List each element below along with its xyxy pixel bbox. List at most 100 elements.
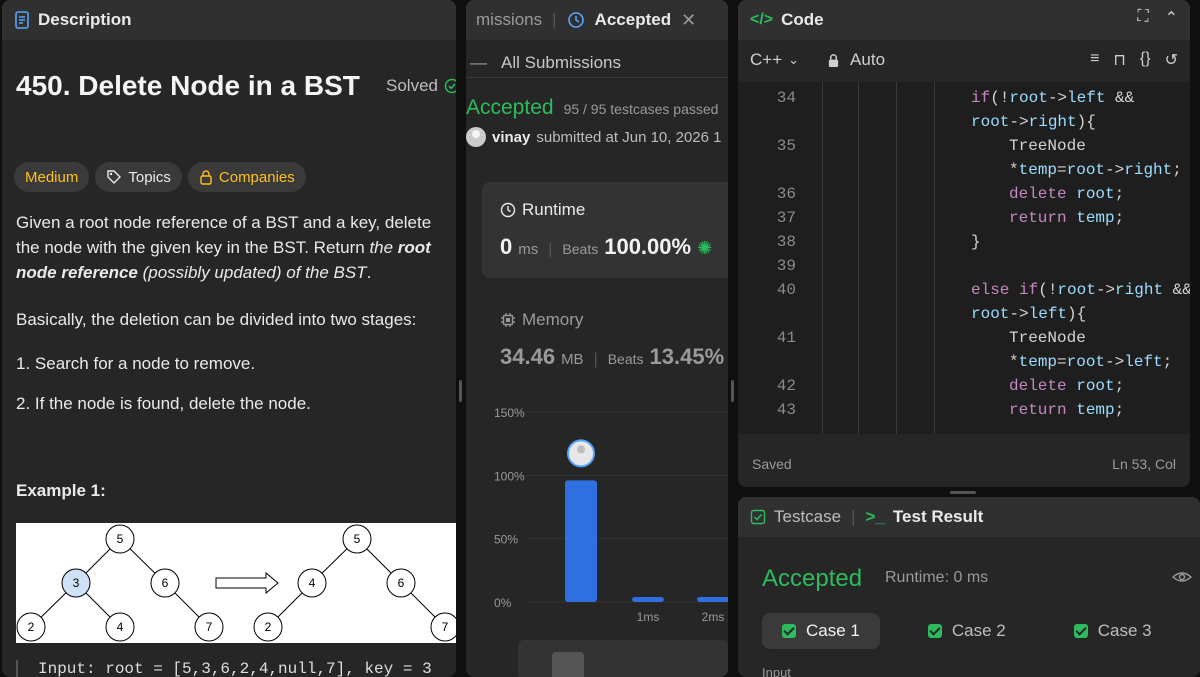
description-tab[interactable]: Description (2, 0, 456, 40)
tab-test-result[interactable]: Test Result (893, 507, 983, 527)
panel-resize-handle-horizontal[interactable] (950, 491, 976, 494)
stage-step-1: 1. Search for a node to remove. (16, 354, 256, 373)
tab-submissions[interactable]: missions (476, 10, 542, 30)
code-text: delete root; (1009, 185, 1125, 203)
memory-value: 34.46 (500, 344, 556, 369)
code-text: delete root; (1009, 377, 1125, 395)
reset-icon[interactable]: ↺ (1165, 50, 1178, 70)
code-line[interactable]: 35 TreeNode (738, 134, 1190, 158)
saved-status: Saved (752, 456, 792, 472)
code-line[interactable]: 42 delete root; (738, 374, 1190, 398)
chart-scroller[interactable] (518, 640, 728, 677)
input-label: Input (762, 665, 791, 677)
description-tab-label: Description (38, 10, 132, 29)
statement-text: the node with the given key in the BST. … (16, 238, 370, 257)
auto-mode-label[interactable]: Auto (850, 50, 885, 70)
chart-bar[interactable] (565, 480, 597, 602)
case-2-tab[interactable]: Case 2 (908, 613, 1026, 649)
code-text: } (971, 233, 981, 251)
companies-label: Companies (218, 168, 295, 186)
before-tree-node-label: 7 (206, 620, 213, 634)
before-tree-node-label: 5 (117, 532, 124, 546)
x-tick-label: 1ms (637, 610, 660, 624)
panel-resize-handle-right[interactable] (731, 380, 734, 402)
code-line[interactable]: *temp=root->right; (738, 158, 1190, 182)
code-line[interactable]: 38} (738, 230, 1190, 254)
topics-tag[interactable]: Topics (95, 162, 182, 192)
all-submissions-link[interactable]: — All Submissions (466, 48, 728, 78)
chart-bar[interactable] (632, 597, 664, 602)
runtime-distribution-chart[interactable]: 150% 100% 50% 0% 1ms 2ms (466, 395, 728, 635)
code-line[interactable]: root->left){ (738, 302, 1190, 326)
line-number: 34 (776, 89, 796, 107)
code-text: root->left){ (971, 305, 1087, 323)
code-text: TreeNode (1009, 329, 1086, 347)
code-text: return temp; (1009, 209, 1125, 227)
code-line[interactable]: 39 (738, 254, 1190, 278)
code-line[interactable]: 37 return temp; (738, 206, 1190, 230)
clock-icon (500, 202, 516, 218)
tab-accepted[interactable]: Accepted (595, 10, 672, 30)
problem-title[interactable]: 450. Delete Node in a BST (16, 70, 360, 102)
username[interactable]: vinay (492, 129, 530, 146)
submission-panel: missions | Accepted ✕ — All Submissions … (466, 0, 728, 677)
statement-bold-root: root (397, 238, 431, 257)
memory-unit: MB (561, 351, 584, 368)
code-line[interactable]: root->right){ (738, 110, 1190, 134)
runtime-card[interactable]: Runtime 0 ms | Beats 100.00% ✺ (482, 182, 728, 278)
all-submissions-label: All Submissions (501, 52, 621, 72)
code-line[interactable]: 40 else if(!root->right && (738, 278, 1190, 302)
terminal-icon: >_ (865, 507, 885, 526)
difficulty-badge[interactable]: Medium (14, 162, 90, 192)
tab-testcase[interactable]: Testcase (774, 507, 841, 527)
memory-tab[interactable]: Memory (500, 310, 583, 330)
check-circle-icon (444, 78, 456, 94)
line-number: 41 (776, 329, 796, 347)
format-icon[interactable]: ≡ (1090, 50, 1099, 70)
code-tab-label[interactable]: Code (781, 10, 824, 30)
lock-icon (200, 170, 212, 185)
code-editor[interactable]: 34 if(!root->left && root->right){ 35 TreeNo… (738, 82, 1190, 434)
submission-status: Accepted (466, 96, 554, 119)
line-number: 38 (776, 233, 796, 251)
line-number: 39 (776, 257, 796, 275)
code-line[interactable]: *temp=root->left; (738, 350, 1190, 374)
x-tick-label: 2ms (702, 610, 725, 624)
fullscreen-icon[interactable]: ⛶ (1137, 8, 1148, 28)
memory-label: Memory (522, 310, 584, 329)
code-text: root->right){ (971, 113, 1096, 131)
code-line[interactable]: 43 return temp; (738, 398, 1190, 422)
after-tree-node-label: 6 (398, 576, 405, 590)
memory-beats-label: Beats (607, 351, 644, 367)
runtime-label: Runtime (522, 200, 586, 219)
clap-icon: ✺ (697, 238, 713, 258)
history-icon (567, 12, 584, 28)
companies-tag[interactable]: Companies (187, 162, 306, 192)
statement-period: . (366, 263, 372, 282)
language-select[interactable]: C++ (750, 50, 782, 70)
before-tree-node-label: 4 (117, 620, 124, 634)
y-tick-label: 0% (494, 596, 512, 610)
y-tick-label: 100% (494, 469, 525, 483)
stages-intro: Basically, the deletion can be divided i… (16, 310, 417, 329)
case-1-tab[interactable]: Case 1 (762, 613, 880, 649)
code-line[interactable]: 41 TreeNode (738, 326, 1190, 350)
panel-resize-handle-left[interactable] (459, 380, 462, 402)
eye-icon[interactable] (1172, 569, 1192, 585)
y-tick-label: 50% (494, 533, 518, 547)
code-line[interactable]: 34 if(!root->left && (738, 86, 1190, 110)
case-3-tab[interactable]: Case 3 (1054, 613, 1172, 649)
chart-bar[interactable] (697, 597, 728, 602)
chevron-down-icon[interactable]: ⌄ (788, 52, 799, 68)
user-avatar[interactable] (466, 127, 486, 147)
before-tree-node-label: 2 (28, 620, 35, 634)
code-line[interactable]: 36 delete root; (738, 182, 1190, 206)
tag-icon (107, 170, 122, 184)
bookmark-icon[interactable]: ⊓ (1113, 50, 1125, 70)
close-tab-icon[interactable]: ✕ (681, 10, 696, 31)
case-pass-icon (1073, 624, 1088, 638)
braces-icon[interactable]: {} (1140, 50, 1151, 70)
runtime-beats-value: 100.00% (604, 234, 692, 259)
collapse-icon[interactable]: ⌃ (1165, 8, 1178, 28)
line-number: 36 (776, 185, 796, 203)
